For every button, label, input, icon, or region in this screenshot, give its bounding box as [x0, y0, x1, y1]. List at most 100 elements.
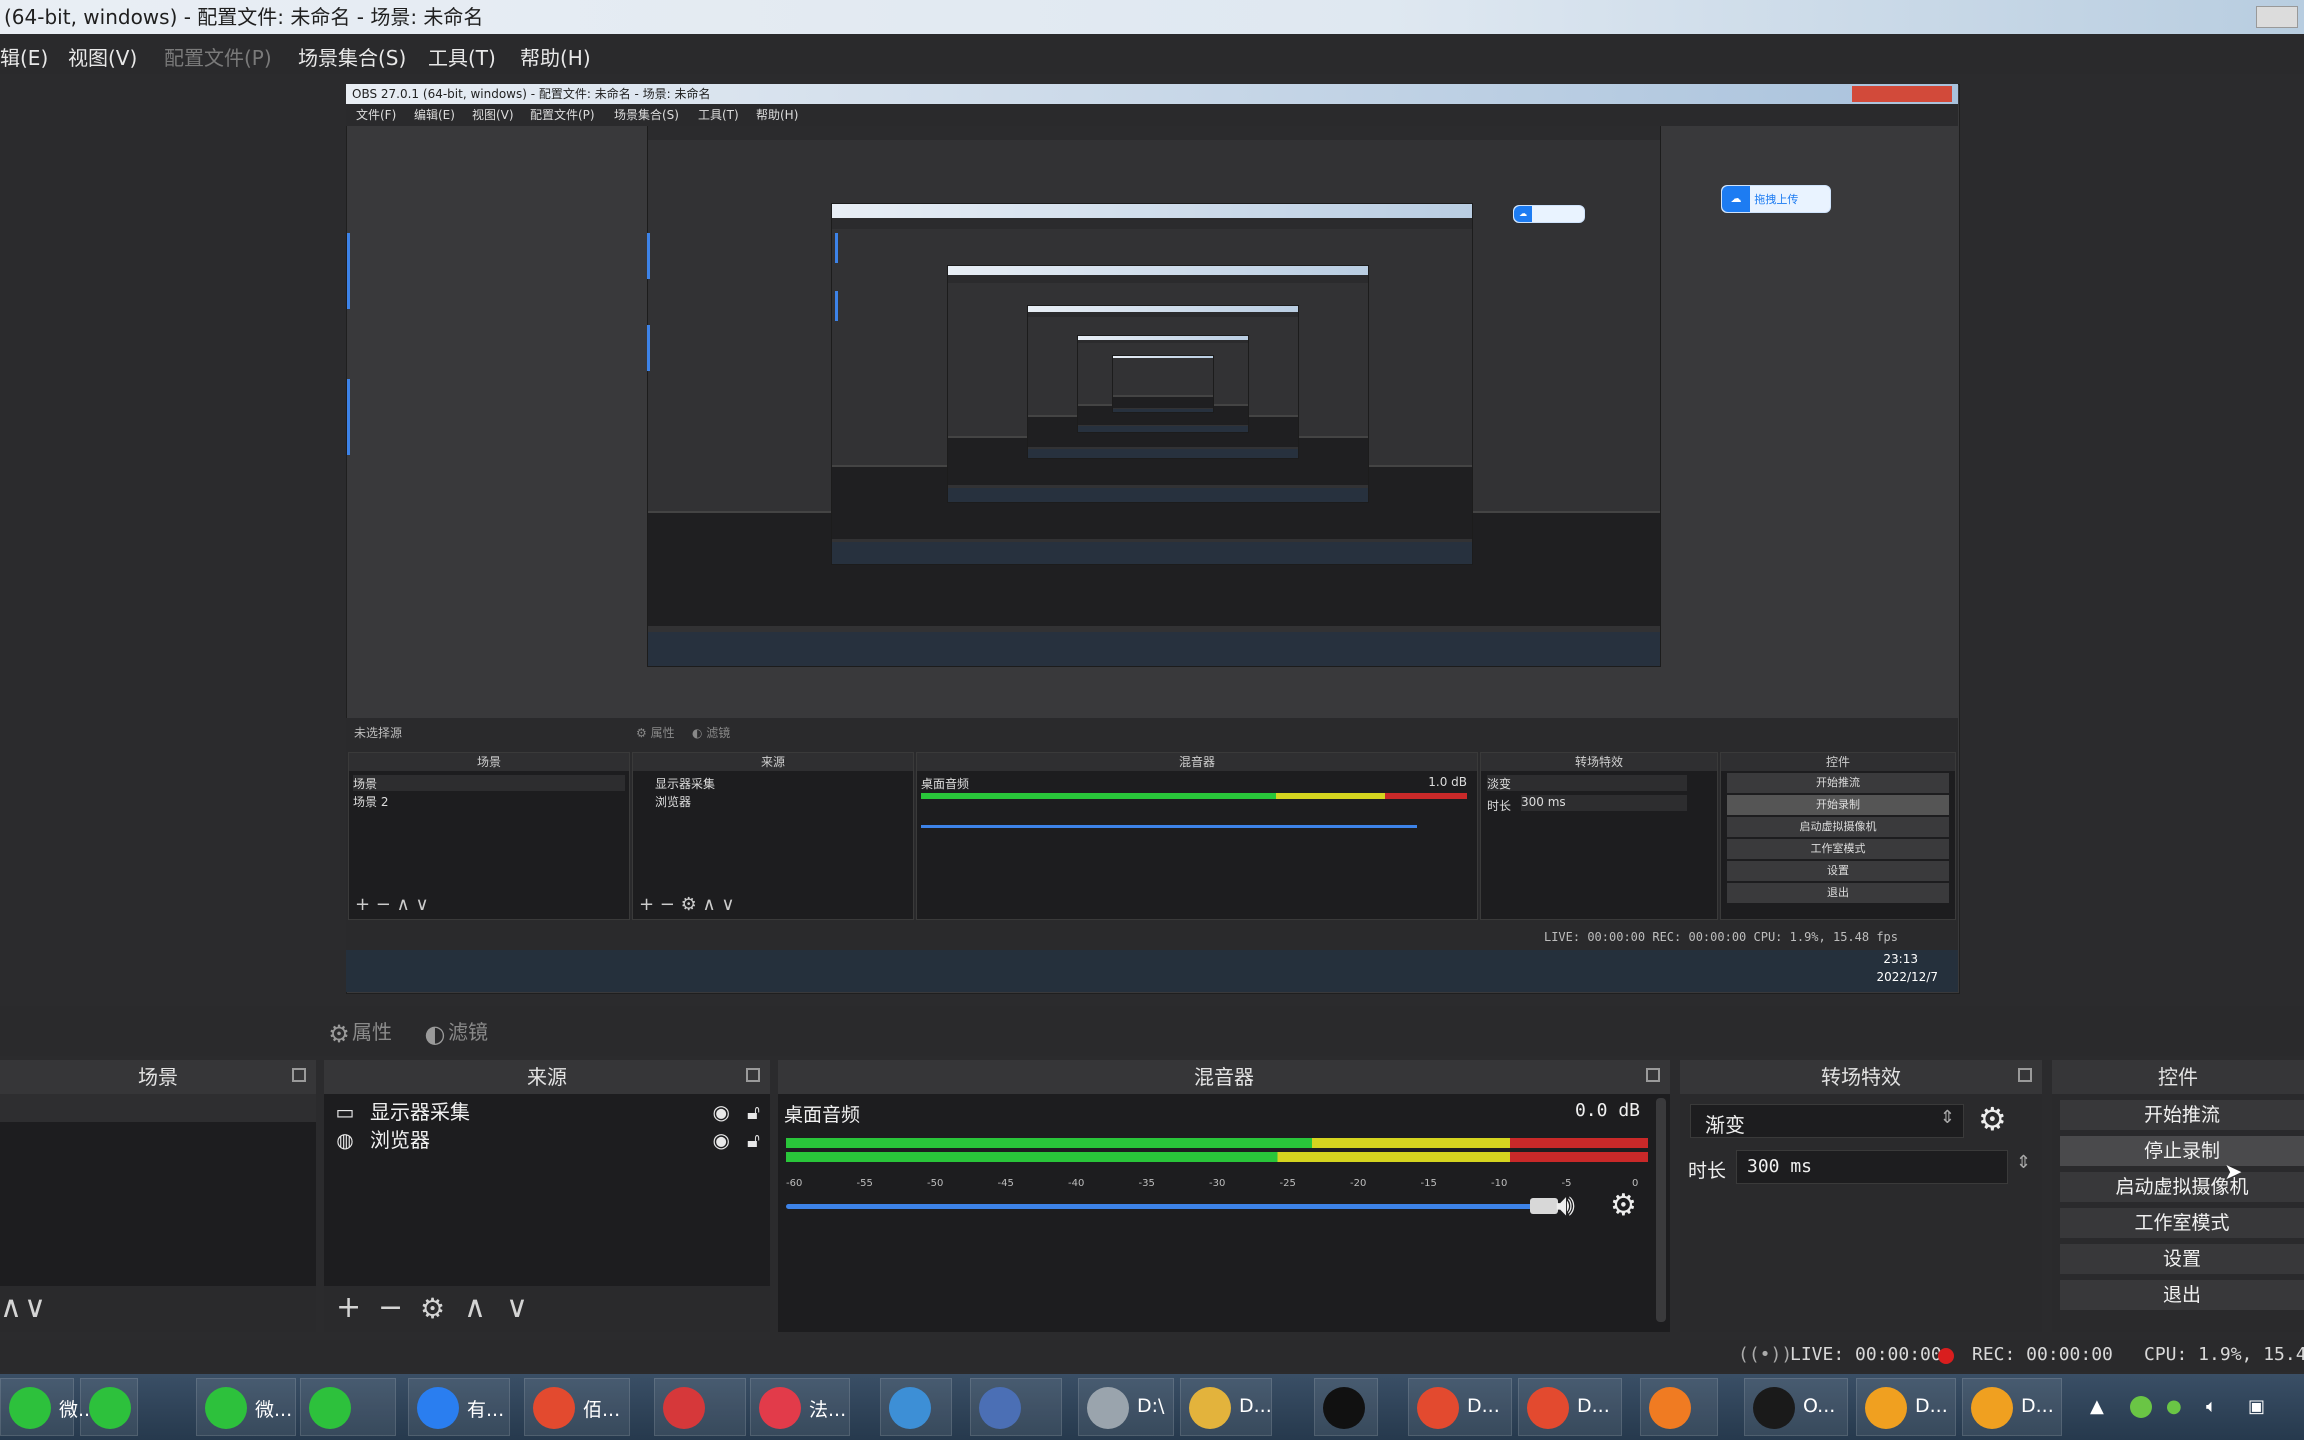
taskbar-button[interactable]: D... — [1180, 1378, 1272, 1436]
volume-slider[interactable] — [786, 1204, 1546, 1209]
stop-recording-button[interactable]: 停止录制 — [2060, 1136, 2304, 1166]
menu-scene-collection[interactable]: 场景集合(S) — [298, 42, 406, 71]
move-scene-up-icon[interactable]: ∧ — [0, 1290, 22, 1325]
transitions-dock: 转场特效 渐变 ⇕ ⚙ 时长 300 ms ⇕ — [1680, 1060, 2042, 1332]
menu-help[interactable]: 帮助(H) — [520, 42, 591, 71]
volume-meter — [786, 1152, 1648, 1162]
scenes-dock-title: 场景 — [0, 1060, 316, 1094]
tray-network-icon[interactable]: ▣ — [2248, 1396, 2265, 1417]
app-icon — [1649, 1387, 1691, 1429]
recording-dot-icon — [1938, 1348, 1954, 1364]
live-signal-icon: ((•)) — [1738, 1344, 1793, 1365]
taskbar-button[interactable]: 佰... — [524, 1378, 630, 1436]
remove-source-icon[interactable]: − — [378, 1290, 403, 1325]
meter-tick-label: -30 — [1209, 1178, 1226, 1189]
start-virtual-camera-button[interactable]: 启动虚拟摄像机 — [2060, 1172, 2304, 1202]
app-icon — [417, 1387, 459, 1429]
volume-slider-handle[interactable] — [1530, 1198, 1558, 1214]
taskbar-button[interactable]: D... — [1408, 1378, 1512, 1436]
studio-mode-button[interactable]: 工作室模式 — [2060, 1208, 2304, 1238]
meter-tick-label: -35 — [1138, 1178, 1155, 1189]
mixer-scrollbar[interactable] — [1656, 1098, 1666, 1322]
nested-upload-button: ☁ 拖拽上传 — [1721, 185, 1831, 213]
taskbar-label: D... — [1577, 1395, 1610, 1417]
start-streaming-button[interactable]: 开始推流 — [2060, 1100, 2304, 1130]
transitions-dock-title: 转场特效 — [1680, 1060, 2042, 1094]
app-icon — [889, 1387, 931, 1429]
taskbar-button[interactable]: O... — [1744, 1378, 1848, 1436]
menu-edit[interactable]: 辑(E) — [0, 42, 48, 71]
spin-arrows-icon[interactable]: ⇕ — [2016, 1152, 2031, 1173]
taskbar-button[interactable] — [1314, 1378, 1378, 1436]
move-scene-down-icon[interactable]: ∨ — [24, 1290, 46, 1325]
properties-button[interactable]: ⚙ 属性 — [326, 1016, 392, 1048]
transition-select[interactable]: 渐变 ⇕ — [1690, 1104, 1964, 1138]
cpu-fps: CPU: 1.9%, 15.48 — [2144, 1344, 2304, 1365]
taskbar-button[interactable] — [300, 1378, 396, 1436]
controls-dock: 控件 开始推流 停止录制 启动虚拟摄像机 工作室模式 设置 退出 ➤ — [2052, 1060, 2304, 1332]
chevron-updown-icon: ⇕ — [1939, 1107, 1955, 1128]
taskbar-label: D... — [1467, 1395, 1500, 1417]
taskbar-button[interactable]: 有... — [408, 1378, 510, 1436]
taskbar-button[interactable]: D... — [1856, 1378, 1956, 1436]
gear-icon[interactable]: ⚙ — [1978, 1100, 2007, 1138]
menu-profile[interactable]: 配置文件(P) — [164, 42, 272, 71]
taskbar-button[interactable]: 法... — [750, 1378, 850, 1436]
meter-tick-label: -55 — [856, 1178, 873, 1189]
menu-bar: 辑(E) 视图(V) 配置文件(P) 场景集合(S) 工具(T) 帮助(H) — [0, 34, 2304, 74]
exit-button[interactable]: 退出 — [2060, 1280, 2304, 1310]
dock-float-icon[interactable] — [746, 1068, 760, 1082]
menu-tools[interactable]: 工具(T) — [428, 42, 496, 71]
app-icon — [1189, 1387, 1231, 1429]
taskbar: 微... 微... 有... 佰... 法... D:\ D... D... D... O... D… — [0, 1374, 2304, 1440]
tray-volume-icon[interactable]: 🔈︎ — [2206, 1396, 2217, 1417]
add-source-icon[interactable]: + — [336, 1290, 361, 1325]
inner-window-controls — [1852, 86, 1952, 102]
app-icon — [663, 1387, 705, 1429]
filters-button[interactable]: ◐ 滤镜 — [422, 1016, 488, 1048]
gear-icon[interactable]: ⚙ — [1610, 1188, 1637, 1223]
sources-list[interactable]: ▭ 显示器采集 ◉ 🔓︎ ◍ 浏览器 ◉ 🔓︎ — [324, 1094, 770, 1286]
dock-float-icon[interactable] — [1646, 1068, 1660, 1082]
taskbar-button[interactable] — [80, 1378, 138, 1436]
scenes-list[interactable] — [0, 1094, 316, 1286]
status-bar: ((•)) LIVE: 00:00:00 REC: 00:00:00 CPU: … — [0, 1340, 2304, 1372]
window-title-bar: (64-bit, windows) - 配置文件: 未命名 - 场景: 未命名 — [0, 0, 2304, 34]
eye-icon[interactable]: ◉ — [713, 1098, 730, 1126]
taskbar-button[interactable]: D... — [1518, 1378, 1622, 1436]
taskbar-button[interactable]: D:\ — [1078, 1378, 1174, 1436]
taskbar-button[interactable]: D... — [1962, 1378, 2062, 1436]
duration-spinbox[interactable]: 300 ms — [1736, 1150, 2008, 1184]
app-icon — [1971, 1387, 2013, 1429]
gear-icon[interactable]: ⚙ — [420, 1292, 445, 1325]
settings-button[interactable]: 设置 — [2060, 1244, 2304, 1274]
scene-row-selected[interactable] — [0, 1094, 316, 1122]
lock-icon[interactable]: 🔓︎ — [747, 1098, 760, 1126]
eye-icon[interactable]: ◉ — [713, 1126, 730, 1154]
taskbar-button[interactable] — [1640, 1378, 1718, 1436]
taskbar-label: 微... — [255, 1399, 293, 1421]
minimize-button[interactable] — [2256, 6, 2298, 28]
taskbar-button[interactable]: 微... — [196, 1378, 296, 1436]
window-title: (64-bit, windows) - 配置文件: 未命名 - 场景: 未命名 — [4, 5, 484, 29]
taskbar-label: O... — [1803, 1395, 1836, 1417]
taskbar-label: D... — [1239, 1395, 1272, 1417]
dock-float-icon[interactable] — [292, 1068, 306, 1082]
mixer-panel: 桌面音频 0.0 dB -60 -55 -50 -45 -40 -35 -30 -25 -20 -… — [778, 1094, 1670, 1332]
speaker-icon[interactable]: 🔊︎ — [1556, 1188, 1575, 1223]
taskbar-button[interactable] — [654, 1378, 746, 1436]
dock-float-icon[interactable] — [2018, 1068, 2032, 1082]
tray-wechat-icon[interactable]: ● — [2166, 1396, 2182, 1417]
source-item[interactable]: ◍ 浏览器 ◉ 🔓︎ — [324, 1126, 770, 1154]
tray-app-icon[interactable] — [2130, 1396, 2152, 1418]
move-source-up-icon[interactable]: ∧ — [464, 1290, 486, 1325]
menu-view[interactable]: 视图(V) — [68, 42, 137, 71]
move-source-down-icon[interactable]: ∨ — [506, 1290, 528, 1325]
tray-arrow-icon[interactable]: ▲ — [2090, 1396, 2104, 1417]
lock-icon[interactable]: 🔓︎ — [747, 1126, 760, 1154]
source-item[interactable]: ▭ 显示器采集 ◉ 🔓︎ — [324, 1098, 770, 1126]
taskbar-button[interactable] — [880, 1378, 952, 1436]
taskbar-button[interactable] — [970, 1378, 1062, 1436]
taskbar-button[interactable]: 微... — [0, 1378, 96, 1436]
volume-meter — [786, 1138, 1648, 1148]
